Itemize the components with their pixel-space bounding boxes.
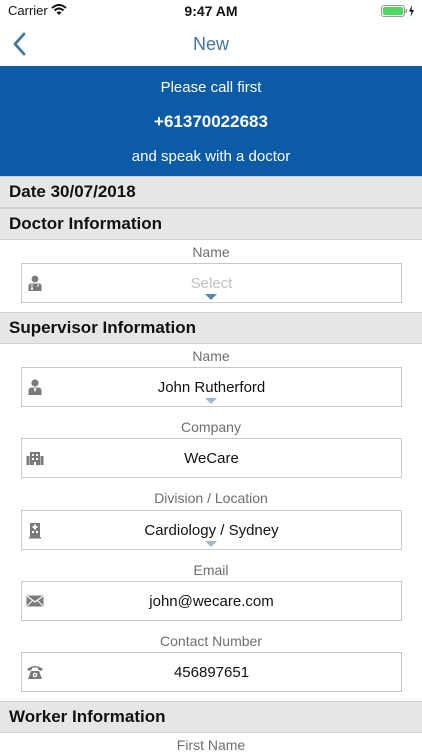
- doctor-name-placeholder: Select: [190, 275, 233, 292]
- division-location-label: Division / Location: [154, 490, 268, 506]
- supervisor-name-label: Name: [192, 348, 230, 364]
- email-label: Email: [193, 562, 229, 578]
- call-instruction-text: Please call first: [160, 79, 262, 96]
- page-title: New: [192, 34, 229, 54]
- supervisor-name-value: John Rutherford: [157, 379, 266, 396]
- doctor-name-label: Name: [192, 244, 230, 260]
- dropdown-caret-icon: [205, 541, 217, 547]
- company-value: WeCare: [184, 450, 239, 467]
- division-location-select[interactable]: Cardiology / Sydney: [21, 510, 402, 550]
- call-phone-link[interactable]: +61370022683: [0, 112, 422, 132]
- email-value: john@wecare.com: [149, 593, 274, 610]
- first-name-label: First Name: [176, 737, 246, 753]
- contact-number-value: 456897651: [173, 664, 250, 681]
- dropdown-caret-icon: [205, 398, 217, 404]
- dropdown-caret-icon: [205, 294, 217, 300]
- doctor-name-select[interactable]: Select: [21, 263, 402, 303]
- battery-icon: [381, 5, 414, 17]
- contact-number-field[interactable]: 456897651: [21, 652, 402, 692]
- date-header: Date 30/07/2018: [0, 176, 422, 208]
- contact-number-label: Contact Number: [160, 633, 262, 649]
- email-field[interactable]: john@wecare.com: [21, 581, 402, 621]
- status-time: 9:47 AM: [184, 3, 238, 19]
- call-doctor-text: and speak with a doctor: [131, 148, 291, 165]
- company-label: Company: [181, 419, 241, 435]
- status-bar: Carrier 9:47 AM: [0, 0, 422, 22]
- supervisor-information-header: Supervisor Information: [0, 312, 422, 344]
- division-location-value: Cardiology / Sydney: [144, 522, 279, 539]
- doctor-information-header: Doctor Information: [0, 208, 422, 240]
- company-field[interactable]: WeCare: [21, 438, 402, 478]
- call-first-banner: Please call first +61370022683 and speak…: [0, 66, 422, 176]
- navigation-bar: New: [0, 22, 422, 66]
- worker-information-header: Worker Information: [0, 701, 422, 733]
- supervisor-name-select[interactable]: John Rutherford: [21, 367, 402, 407]
